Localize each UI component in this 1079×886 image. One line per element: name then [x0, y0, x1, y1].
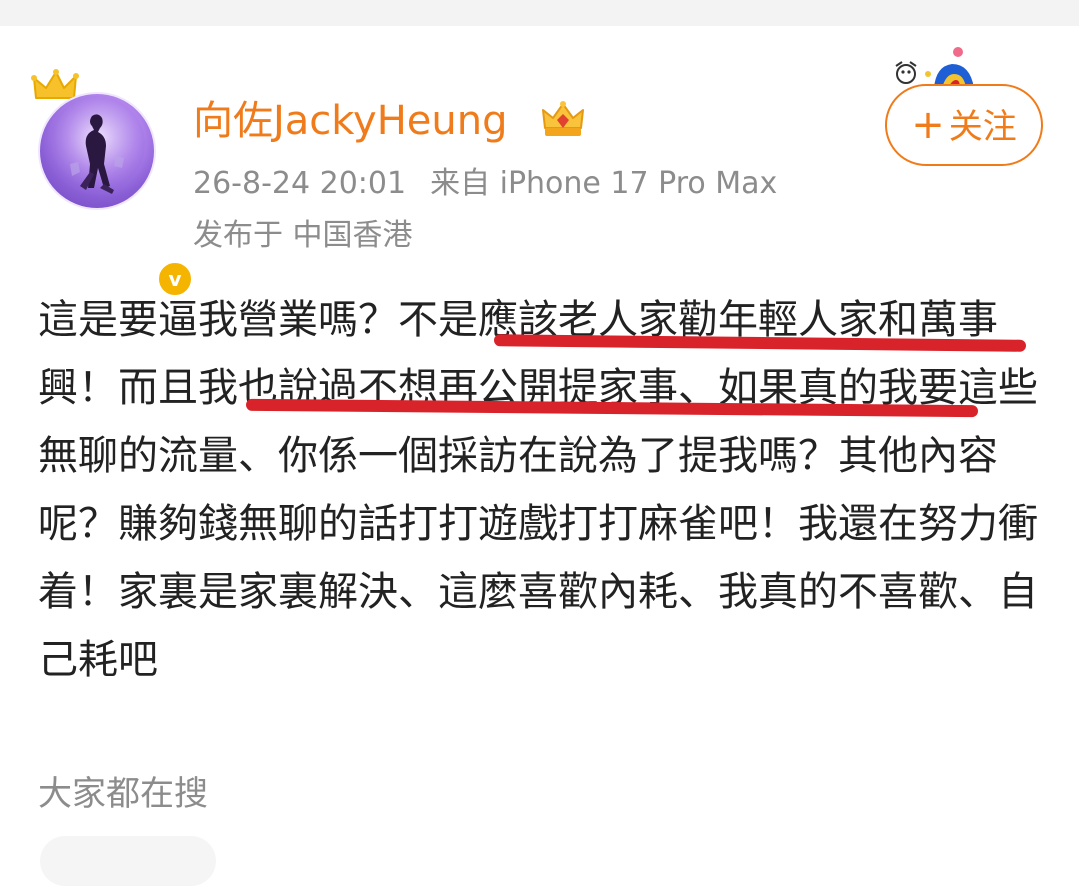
trending-search-chip[interactable] — [40, 836, 216, 886]
card-top-edge — [0, 26, 1079, 46]
follow-button-label: 关注 — [948, 107, 1017, 147]
post-meta: 26-8-24 20:01 来自 iPhone 17 Pro Max — [193, 162, 777, 206]
author-avatar-container[interactable]: v — [38, 92, 194, 298]
avatar-figure-icon — [49, 96, 145, 194]
avatar[interactable] — [38, 92, 156, 210]
top-separator — [0, 0, 1079, 46]
plus-icon: + — [911, 102, 945, 148]
trending-search-title: 大家都在搜 — [38, 774, 208, 814]
follow-button[interactable]: + 关注 — [885, 84, 1043, 166]
post-location: 发布于 中国香港 — [193, 218, 413, 253]
vip-crown-icon — [542, 101, 584, 136]
post-timestamp: 26-8-24 20:01 — [193, 166, 407, 201]
post-source: 来自 iPhone 17 Pro Max — [430, 166, 778, 201]
author-name[interactable]: 向佐JackyHeung — [193, 94, 508, 148]
